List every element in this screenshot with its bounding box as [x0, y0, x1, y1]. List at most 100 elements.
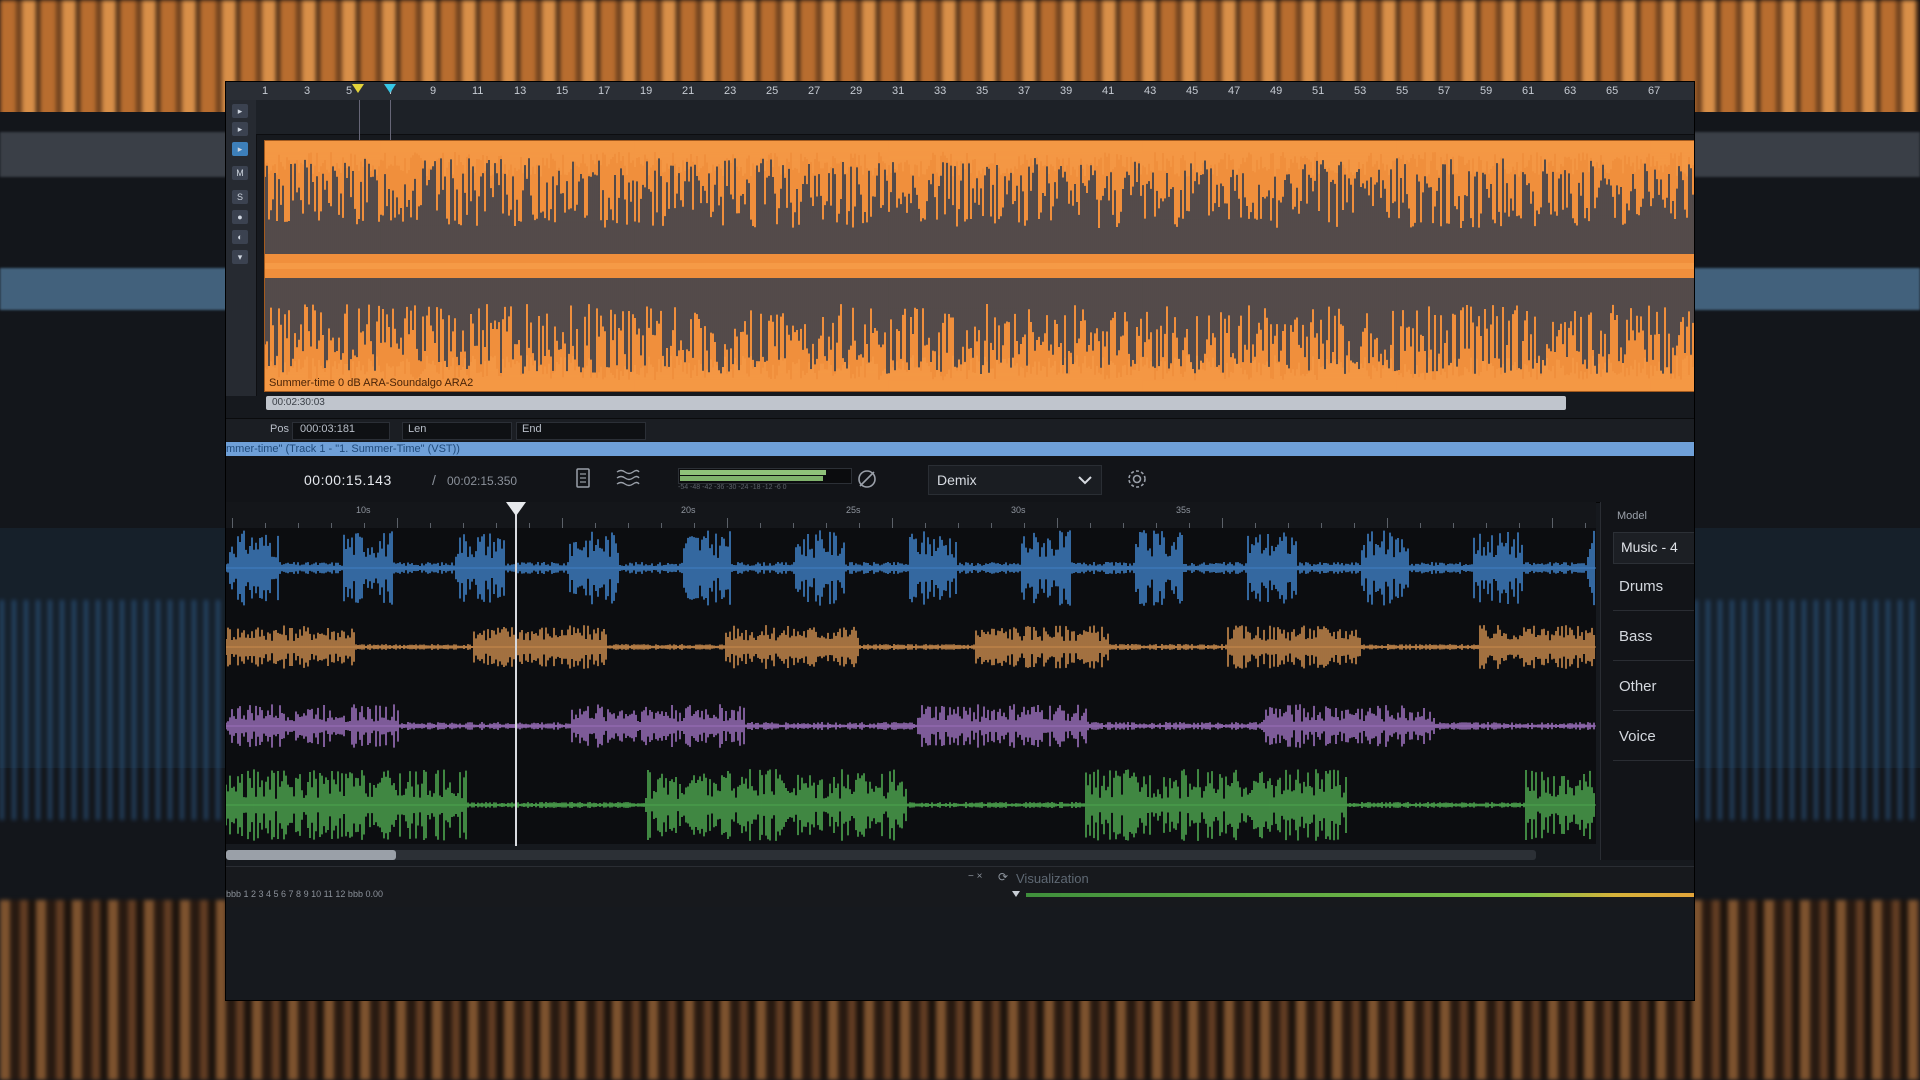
solo-icon[interactable]: S — [232, 190, 248, 204]
stem-row-voice[interactable]: Voice — [1613, 714, 1694, 761]
stem-tracks[interactable] — [226, 528, 1596, 844]
locator-line — [390, 100, 391, 140]
model-select[interactable]: Music - 4 — [1613, 532, 1694, 564]
pos-value: 000:03:181 — [300, 423, 356, 435]
visualization-tab[interactable]: Visualization — [1016, 871, 1089, 886]
time-ruler-label: 35s — [1176, 505, 1191, 515]
model-label: Model — [1617, 510, 1647, 522]
channel-numbers[interactable]: bbb 1 2 3 4 5 6 7 8 9 10 11 12 bbb 0.00 — [226, 889, 383, 899]
tool-button-active[interactable]: ▸ — [232, 142, 248, 156]
gear-icon[interactable] — [1126, 468, 1148, 490]
time-ruler-label: 30s — [1011, 505, 1026, 515]
bar-tick: 21 — [682, 85, 695, 97]
bar-tick: 29 — [850, 85, 863, 97]
time-ruler-tick — [1222, 518, 1223, 528]
tool-column: ▸ ▸ ▸ M S ● ◐ ▾ — [226, 100, 257, 396]
scrollbar-thumb[interactable] — [226, 850, 397, 860]
tool-button[interactable]: ▸ — [232, 104, 248, 118]
playhead-handle[interactable] — [506, 502, 526, 516]
left-locator-marker[interactable] — [352, 84, 364, 93]
bar-tick: 25 — [766, 85, 779, 97]
waveform-icon[interactable] — [616, 468, 640, 490]
bar-tick: 3 — [304, 85, 311, 97]
right-locator-marker[interactable] — [384, 84, 396, 93]
bar-tick: 45 — [1186, 85, 1199, 97]
bar-tick: 17 — [598, 85, 611, 97]
stem-row-other[interactable]: Other — [1613, 664, 1694, 711]
clip-waveform — [265, 141, 1694, 391]
bar-tick: 53 — [1354, 85, 1367, 97]
export-icon[interactable] — [572, 468, 594, 490]
meter-fill-left — [680, 470, 827, 475]
model-value: Music - 4 — [1621, 539, 1678, 555]
visualization-marker — [1012, 891, 1020, 897]
bar-tick: 55 — [1396, 85, 1409, 97]
bar-tick: 19 — [640, 85, 653, 97]
time-ruler-tick — [1387, 518, 1388, 528]
locator-line — [359, 100, 360, 140]
visualization-meter — [1026, 893, 1694, 897]
stem-name: Other — [1619, 678, 1657, 695]
marker-lane[interactable] — [256, 100, 1694, 135]
bar-tick: 49 — [1270, 85, 1283, 97]
bar-tick: 43 — [1144, 85, 1157, 97]
audio-clip[interactable]: Summer-time 0 dB ARA-Soundalgo ARA2 — [264, 140, 1694, 392]
level-meter — [678, 468, 852, 484]
bar-tick: 35 — [976, 85, 989, 97]
bar-tick: 39 — [1060, 85, 1073, 97]
daw-window: 1 3 5 7 9 11 13 15 17 19 21 23 25 27 29 31 33 35 37 39 41 43 4… — [226, 82, 1694, 1000]
monitor-icon[interactable]: ◐ — [232, 230, 248, 244]
time-ruler-tick — [397, 518, 398, 528]
stem-row-bass[interactable]: Bass — [1613, 614, 1694, 661]
stem-name: Bass — [1619, 628, 1653, 645]
background-waveform-left — [0, 600, 226, 820]
bar-tick: 51 — [1312, 85, 1325, 97]
stem-row-drums[interactable]: Drums — [1613, 564, 1694, 611]
bar-tick: 61 — [1522, 85, 1535, 97]
clip-label: Summer-time 0 dB ARA-Soundalgo ARA2 — [269, 377, 474, 389]
bar-tick: 9 — [430, 85, 437, 97]
overview-timeline[interactable]: 00:02:30:03 — [266, 396, 1566, 410]
bar-tick: 65 — [1606, 85, 1619, 97]
bar-tick: 59 — [1480, 85, 1493, 97]
mute-icon[interactable]: M — [232, 166, 248, 180]
time-ruler-label: 20s — [681, 505, 696, 515]
timeline-label: 00:02:30:03 — [272, 397, 325, 408]
bar-tick: 13 — [514, 85, 527, 97]
clip-wave-center — [265, 263, 1694, 269]
mode-select-value: Demix — [937, 472, 977, 488]
stem-name: Drums — [1619, 578, 1664, 595]
time-ruler-tick — [232, 518, 233, 528]
time-separator: / — [432, 472, 436, 488]
bar-tick: 67 — [1648, 85, 1661, 97]
time-ruler-tick — [727, 518, 728, 528]
bar-tick: 27 — [808, 85, 821, 97]
panel-controls[interactable]: − × — [968, 871, 982, 882]
stem-name: Voice — [1619, 728, 1656, 745]
bar-tick: 47 — [1228, 85, 1241, 97]
stem-panel: Model Music - 4 Drums Bass Other Voice — [1600, 502, 1694, 860]
time-ruler[interactable]: 10s 20s 25s 30s 35s — [226, 502, 1596, 529]
horizontal-scrollbar[interactable] — [226, 850, 1536, 860]
playhead-line[interactable] — [515, 502, 517, 846]
stem-waveforms — [226, 530, 1596, 841]
current-time: 00:00:15.143 — [304, 472, 392, 488]
bar-tick: 31 — [892, 85, 905, 97]
bypass-icon[interactable] — [856, 468, 878, 490]
editor-breadcrumb: mmer-time" (Track 1 - "1. Summer-Time" (… — [226, 442, 1694, 456]
pos-label: Pos — [270, 423, 289, 435]
mode-select[interactable]: Demix — [928, 465, 1102, 495]
bar-ruler[interactable]: 1 3 5 7 9 11 13 15 17 19 21 23 25 27 29 31 33 35 37 39 41 43 4… — [226, 82, 1694, 101]
tool-button[interactable]: ▸ — [232, 122, 248, 136]
bar-tick: 23 — [724, 85, 737, 97]
expand-icon[interactable]: ▾ — [232, 250, 248, 264]
time-ruler-label: 10s — [356, 505, 371, 515]
time-ruler-tick — [562, 518, 563, 528]
time-ruler-tick — [1057, 518, 1058, 528]
bar-tick: 63 — [1564, 85, 1577, 97]
position-status-row: Pos 000:03:181 Len End — [226, 418, 1694, 441]
background-waveform-right — [1694, 600, 1920, 820]
end-label: End — [522, 423, 542, 435]
record-icon[interactable]: ● — [232, 210, 248, 224]
visualization-icon[interactable]: ⟳ — [998, 870, 1008, 884]
